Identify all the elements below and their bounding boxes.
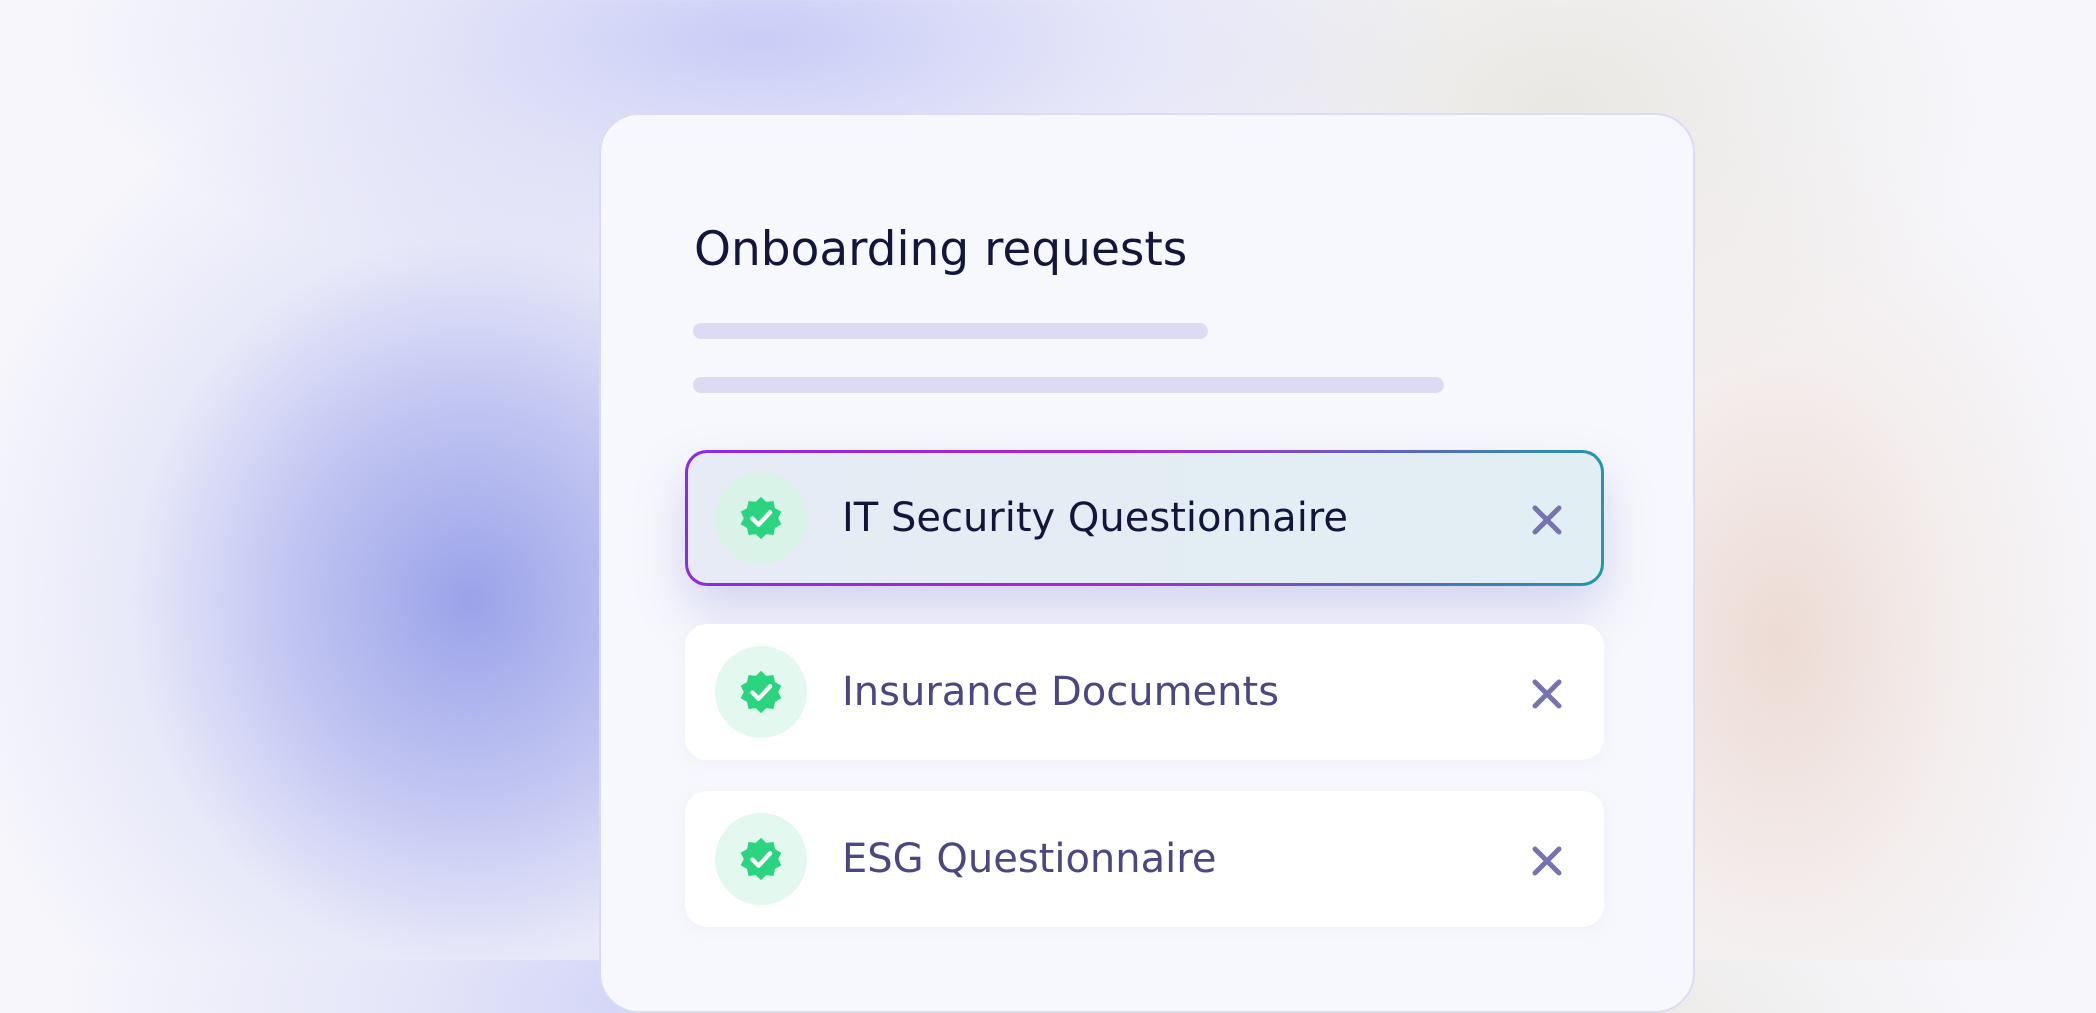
verified-check-badge-icon	[740, 670, 782, 714]
card-title: Onboarding requests	[694, 222, 1188, 277]
verified-check-badge-icon	[740, 496, 782, 540]
verified-check-badge-icon	[740, 837, 782, 881]
request-label: ESG Questionnaire	[842, 836, 1217, 882]
request-row-it-security[interactable]: IT Security Questionnaire	[685, 450, 1604, 586]
remove-button[interactable]	[1525, 839, 1569, 883]
remove-button[interactable]	[1525, 498, 1569, 542]
verified-badge	[715, 813, 807, 905]
skeleton-line	[693, 323, 1208, 339]
request-row-insurance-documents[interactable]: Insurance Documents	[685, 624, 1604, 760]
verified-badge	[715, 646, 807, 738]
verified-badge	[715, 472, 807, 564]
request-label: IT Security Questionnaire	[842, 495, 1348, 541]
request-row-esg-questionnaire[interactable]: ESG Questionnaire	[685, 791, 1604, 927]
request-label: Insurance Documents	[842, 669, 1280, 715]
skeleton-line	[693, 377, 1444, 393]
close-icon	[1532, 846, 1562, 876]
close-icon	[1532, 505, 1562, 535]
remove-button[interactable]	[1525, 672, 1569, 716]
close-icon	[1532, 679, 1562, 709]
